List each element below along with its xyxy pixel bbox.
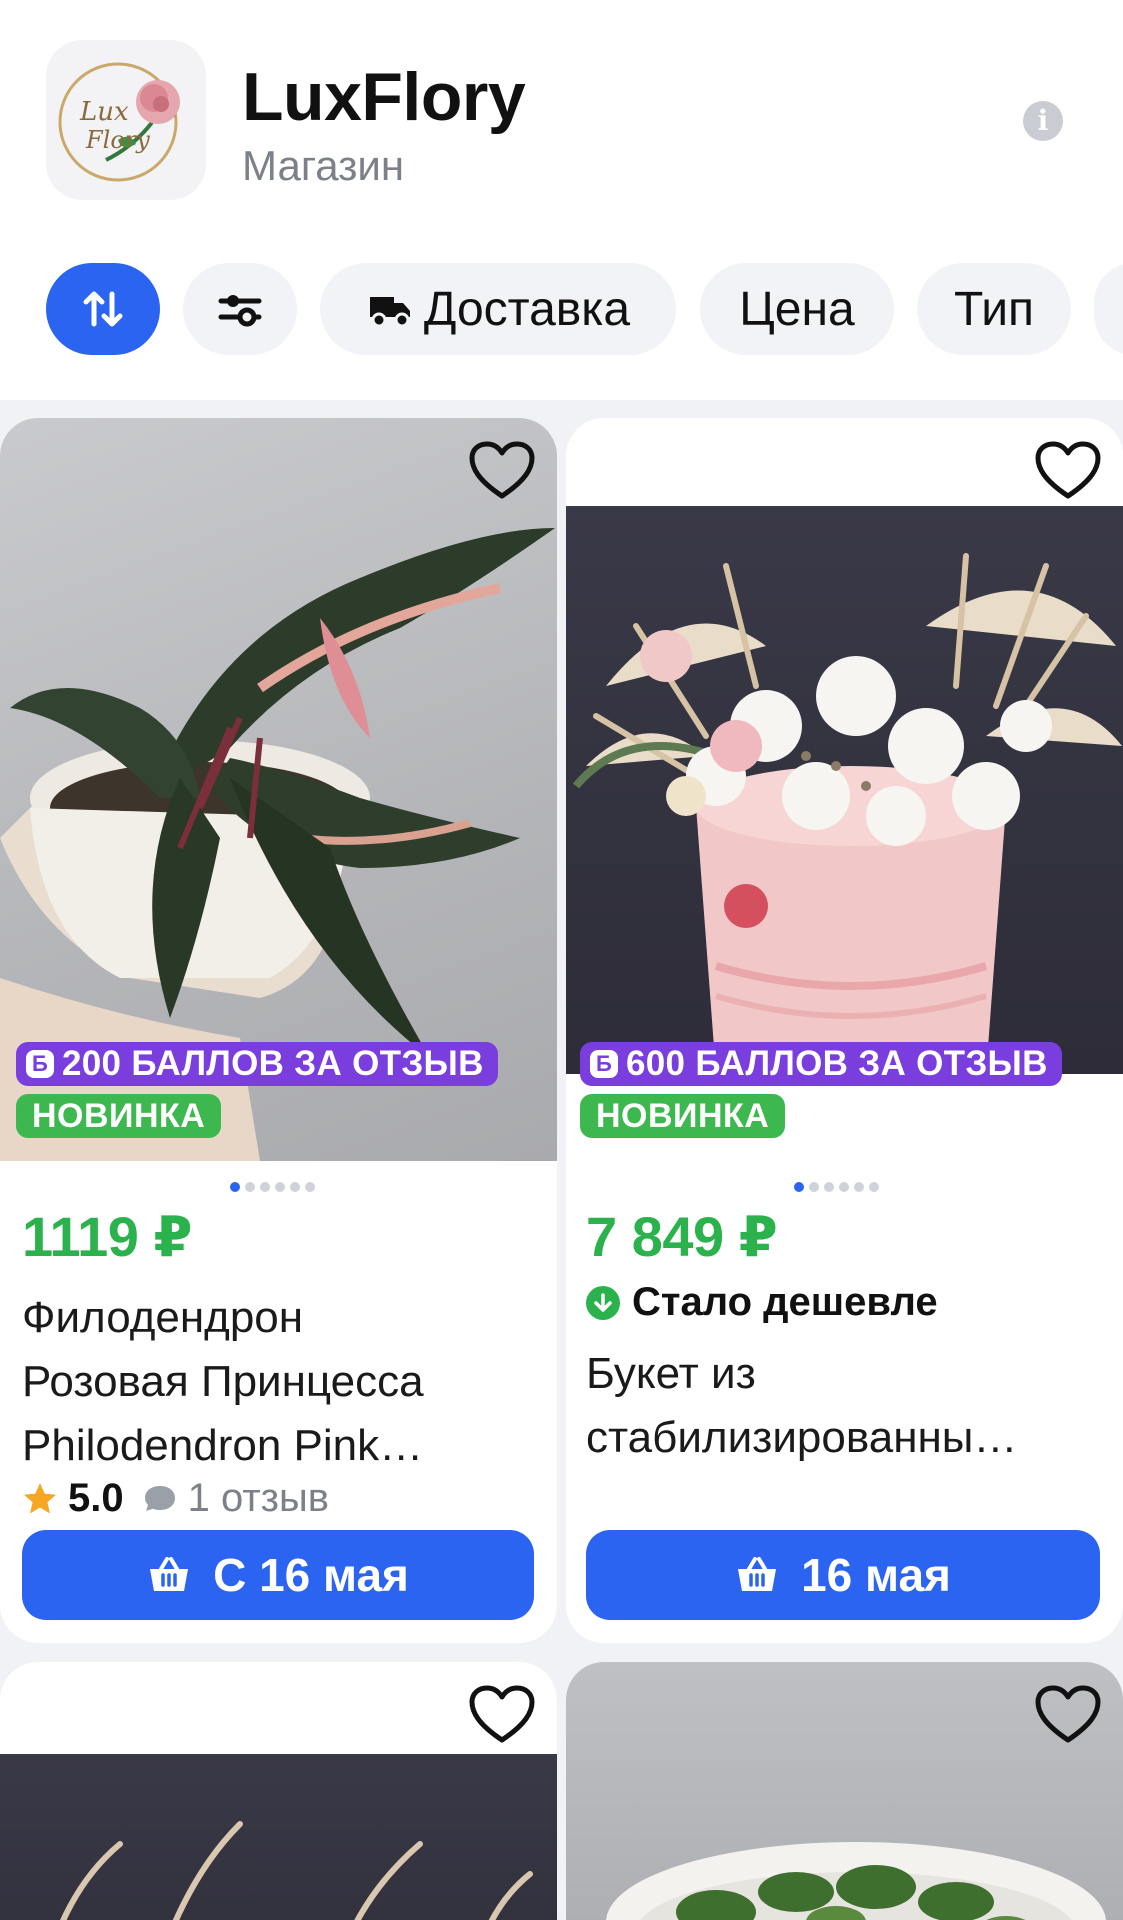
price-filter-chip[interactable]: Цена: [700, 263, 894, 355]
price-drop-text: Стало дешевле: [632, 1280, 938, 1324]
shop-logo[interactable]: Lux Flory: [46, 40, 206, 200]
star-icon: [24, 1482, 56, 1513]
image-pager-dots: [230, 1182, 315, 1192]
delivery-date-label: 16 мая: [801, 1549, 951, 1601]
image-pager-dots: [794, 1182, 879, 1192]
delivery-date-label: С 16 мая: [213, 1549, 409, 1601]
review-points-text: 600 БАЛЛОВ ЗА ОТЗЫВ: [626, 1044, 1048, 1083]
product-image-bouquet[interactable]: [566, 506, 1123, 1074]
add-to-cart-button[interactable]: 16 мая: [586, 1530, 1100, 1620]
product-price: 7 849 ₽: [586, 1205, 778, 1268]
product-card[interactable]: Б 200 БАЛЛОВ ЗА ОТЗЫВ НОВИНКА 1119 ₽ Фил…: [0, 418, 557, 1643]
favorite-heart-icon[interactable]: [1034, 440, 1102, 502]
review-points-text: 200 БАЛЛОВ ЗА ОТЗЫВ: [62, 1044, 484, 1083]
new-badge: НОВИНКА: [580, 1094, 786, 1138]
product-title-line: стабилизированны…: [586, 1413, 1018, 1462]
product-title-line: Букет из: [586, 1349, 756, 1398]
shop-title: LuxFlory: [242, 59, 526, 135]
price-filter-label: Цена: [739, 282, 855, 336]
favorite-heart-icon[interactable]: [468, 1684, 536, 1746]
sort-icon: [83, 291, 123, 327]
product-title-line: Philodendron Pink…: [22, 1421, 424, 1470]
price-drop-label: Стало дешевле: [586, 1280, 938, 1325]
shop-subtitle: Магазин: [242, 142, 405, 189]
type-filter-chip[interactable]: Тип: [917, 263, 1071, 355]
product-card[interactable]: [0, 1662, 557, 1920]
points-icon: Б: [26, 1050, 54, 1078]
add-to-cart-button[interactable]: С 16 мая: [22, 1530, 534, 1620]
delivery-filter-chip[interactable]: Доставка: [320, 263, 676, 355]
basket-icon: [150, 1557, 189, 1591]
basket-icon: [738, 1557, 777, 1591]
arrow-down-icon: [586, 1285, 620, 1320]
info-icon[interactable]: i: [1023, 101, 1063, 141]
sort-button[interactable]: [46, 263, 160, 355]
more-filter-chip[interactable]: [1094, 263, 1123, 355]
logo-text-flory: Flory: [85, 126, 150, 154]
product-title-line: Розовая Принцесса: [22, 1357, 424, 1406]
rating-value: 5.0: [68, 1476, 124, 1520]
filters-button[interactable]: [183, 263, 297, 355]
favorite-heart-icon[interactable]: [468, 440, 536, 502]
favorite-heart-icon[interactable]: [1034, 1684, 1102, 1746]
product-rating: 5.0 1 отзыв: [22, 1476, 329, 1521]
product-title-line: Филодендрон: [22, 1293, 304, 1342]
product-card[interactable]: Б 600 БАЛЛОВ ЗА ОТЗЫВ НОВИНКА 7 849 ₽ Ст…: [566, 418, 1123, 1643]
sliders-icon: [218, 295, 262, 327]
points-icon: Б: [590, 1050, 618, 1078]
logo-text-lux: Lux: [79, 97, 129, 127]
review-points-badge: Б 600 БАЛЛОВ ЗА ОТЗЫВ: [580, 1042, 1062, 1086]
shop-header: Lux Flory LuxFlory Магазин i Доставка Це…: [0, 0, 1123, 400]
product-image-dried-bouquet[interactable]: [0, 1754, 557, 1920]
type-filter-label: Тип: [953, 282, 1034, 336]
product-title[interactable]: Филодендрон Розовая Принцесса Philodendr…: [22, 1286, 424, 1478]
product-price: 1119 ₽: [22, 1205, 192, 1268]
new-badge: НОВИНКА: [16, 1094, 222, 1138]
delivery-filter-label: Доставка: [423, 282, 631, 336]
comment-icon: [144, 1485, 175, 1511]
review-points-badge: Б 200 БАЛЛОВ ЗА ОТЗЫВ: [16, 1042, 498, 1086]
product-card[interactable]: [566, 1662, 1123, 1920]
product-grid: Б 200 БАЛЛОВ ЗА ОТЗЫВ НОВИНКА 1119 ₽ Фил…: [0, 400, 1123, 1920]
delivery-truck-icon: [369, 297, 410, 328]
reviews-count[interactable]: 1 отзыв: [188, 1476, 329, 1521]
product-title[interactable]: Букет из стабилизированны…: [586, 1342, 1017, 1470]
